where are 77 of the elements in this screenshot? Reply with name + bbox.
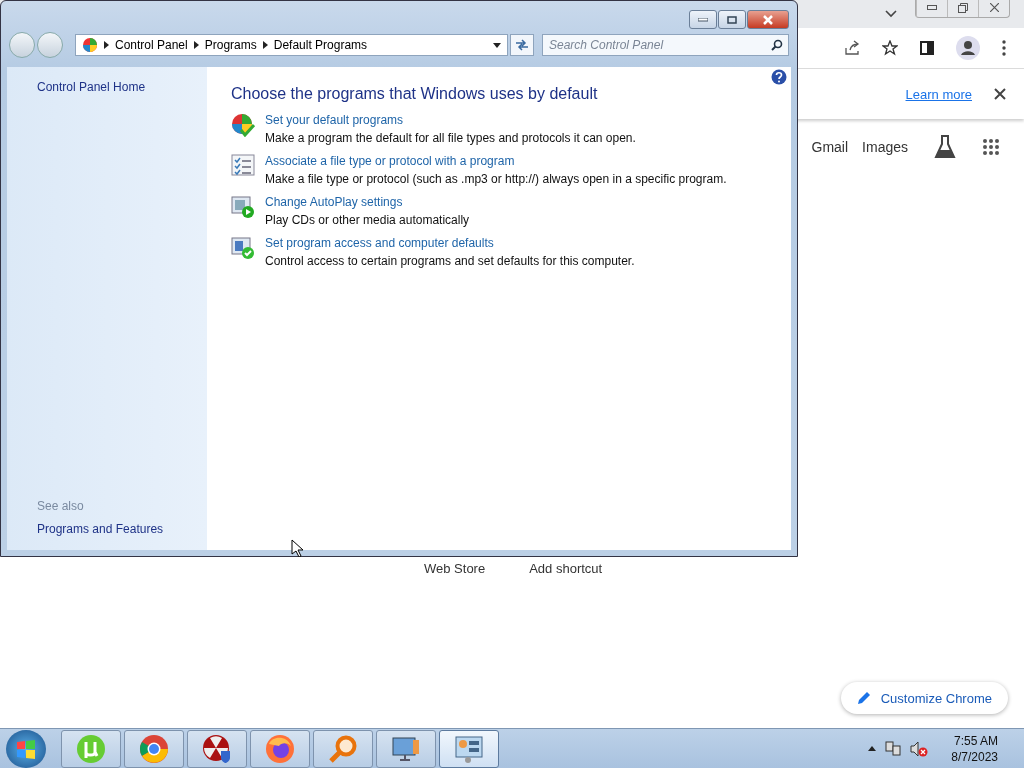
control-panel-home-link[interactable]: Control Panel Home [37, 80, 207, 94]
browser-window-controls[interactable] [915, 0, 1010, 18]
maximize-icon [727, 15, 737, 24]
minimize-icon [698, 17, 708, 22]
clock[interactable]: 7:55 AM 8/7/2023 [951, 733, 998, 764]
minimize-button[interactable] [689, 10, 717, 29]
breadcrumb-item[interactable]: Default Programs [273, 38, 368, 52]
task-description: Play CDs or other media automatically [265, 213, 470, 227]
shortcut-label[interactable]: Add shortcut [529, 561, 603, 576]
learn-more-link[interactable]: Learn more [905, 86, 972, 102]
clock-time: 7:55 AM [953, 733, 998, 748]
see-also-link[interactable]: Programs and Features [37, 522, 207, 536]
address-bar[interactable]: Control Panel Programs Default Programs [75, 34, 508, 56]
task-link[interactable]: Set program access and computer defaults [265, 236, 635, 250]
side-panel-icon[interactable] [920, 41, 934, 55]
apps-grid-icon[interactable] [982, 138, 1000, 156]
network-icon[interactable] [885, 740, 902, 757]
control-panel-icon [82, 37, 98, 53]
star-icon[interactable] [882, 40, 898, 56]
breadcrumb-item[interactable]: Programs [204, 38, 257, 52]
breadcrumb-arrow-icon[interactable] [193, 41, 199, 49]
task-description: Make a file type or protocol (such as .mp3 or http://) always open in a specific program. [265, 172, 727, 186]
task-description: Control access to certain programs and set defaults for this computer. [265, 254, 635, 268]
minimize-icon [927, 5, 937, 10]
pencil-icon [856, 691, 871, 705]
see-also-heading: See also [37, 499, 85, 513]
breadcrumb-arrow-icon[interactable] [262, 41, 268, 49]
control-panel-icon [454, 733, 484, 764]
windows-logo-icon [15, 737, 37, 760]
header-link[interactable]: Images [862, 139, 908, 155]
taskbar-button[interactable] [439, 729, 499, 768]
chevron-down-icon[interactable] [885, 10, 897, 18]
start-button[interactable] [6, 729, 46, 768]
search-icon[interactable] [771, 39, 783, 51]
taskbar-button[interactable] [313, 729, 373, 768]
shortcut-label[interactable]: Web Store [424, 561, 486, 576]
chrome-logo-icon [139, 733, 169, 764]
restore-icon [958, 2, 968, 13]
close-icon [989, 3, 999, 12]
taskbar-button[interactable] [250, 729, 310, 768]
task-link[interactable]: Change AutoPlay settings [265, 195, 470, 209]
close-icon [762, 14, 774, 25]
globe-check-icon [231, 113, 255, 137]
taskbar-button[interactable] [61, 729, 121, 768]
show-hidden-icons-icon[interactable] [868, 746, 877, 751]
task-link[interactable]: Associate a file type or protocol with a program [265, 154, 727, 168]
radiation-shield-icon [202, 733, 232, 764]
customize-chrome-button[interactable]: Customize Chrome [840, 682, 1008, 714]
mu-logo-icon [76, 733, 106, 764]
magnifier-icon [328, 733, 358, 764]
checklist-icon [231, 154, 255, 176]
close-icon[interactable] [994, 88, 1006, 100]
flask-icon[interactable] [934, 135, 956, 159]
clock-date: 8/7/2023 [951, 749, 998, 764]
close-button[interactable] [747, 10, 789, 29]
media-play-icon [231, 195, 255, 219]
maximize-button[interactable] [718, 10, 746, 29]
firefox-logo-icon [265, 733, 295, 764]
task-link[interactable]: Set your default programs [265, 113, 636, 127]
search-field[interactable]: Search Control Panel [542, 34, 789, 56]
taskbar-button[interactable] [124, 729, 184, 768]
dropdown-arrow-icon[interactable] [493, 42, 501, 48]
more-menu-icon[interactable] [1002, 40, 1006, 56]
taskbar-button[interactable] [187, 729, 247, 768]
refresh-icon [515, 39, 529, 51]
page-heading: Choose the programs that Windows uses by default [231, 85, 599, 103]
breadcrumb-arrow-icon[interactable] [104, 41, 109, 49]
muted-speaker-icon[interactable] [910, 740, 929, 757]
profile-avatar-icon[interactable] [956, 36, 980, 60]
breadcrumb-item[interactable]: Control Panel [115, 38, 188, 52]
taskbar-button[interactable] [376, 729, 436, 768]
refresh-button[interactable] [510, 34, 534, 56]
help-icon[interactable] [771, 69, 787, 85]
header-link[interactable]: Gmail [811, 139, 849, 155]
share-icon[interactable] [844, 40, 860, 56]
program-check-icon [231, 236, 255, 260]
task-description: Make a program the default for all file types and protocols it can open. [265, 131, 636, 145]
